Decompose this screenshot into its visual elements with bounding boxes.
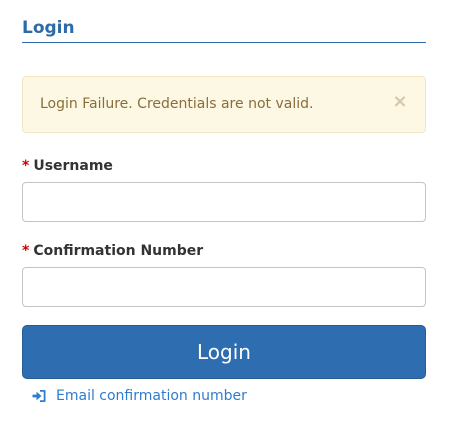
- error-alert: Login Failure. Credentials are not valid…: [22, 76, 426, 133]
- confirmation-label-text: Confirmation Number: [33, 243, 204, 259]
- required-marker: *: [22, 243, 30, 259]
- username-input[interactable]: [22, 182, 426, 222]
- alert-message: Login Failure. Credentials are not valid…: [40, 96, 314, 112]
- required-marker: *: [22, 158, 30, 174]
- confirmation-number-input[interactable]: [22, 267, 426, 307]
- login-button[interactable]: Login: [22, 325, 426, 379]
- sign-in-icon: [31, 388, 47, 404]
- login-page: Login Login Failure. Credentials are not…: [0, 0, 451, 430]
- username-label-text: Username: [33, 158, 113, 174]
- email-confirmation-link[interactable]: Email confirmation number: [31, 386, 247, 406]
- page-title: Login: [22, 18, 75, 38]
- username-label: * Username: [22, 157, 113, 175]
- email-link-label: Email confirmation number: [56, 388, 247, 404]
- close-icon[interactable]: ×: [391, 93, 409, 111]
- heading-divider: [22, 42, 426, 43]
- confirmation-label: * Confirmation Number: [22, 242, 203, 260]
